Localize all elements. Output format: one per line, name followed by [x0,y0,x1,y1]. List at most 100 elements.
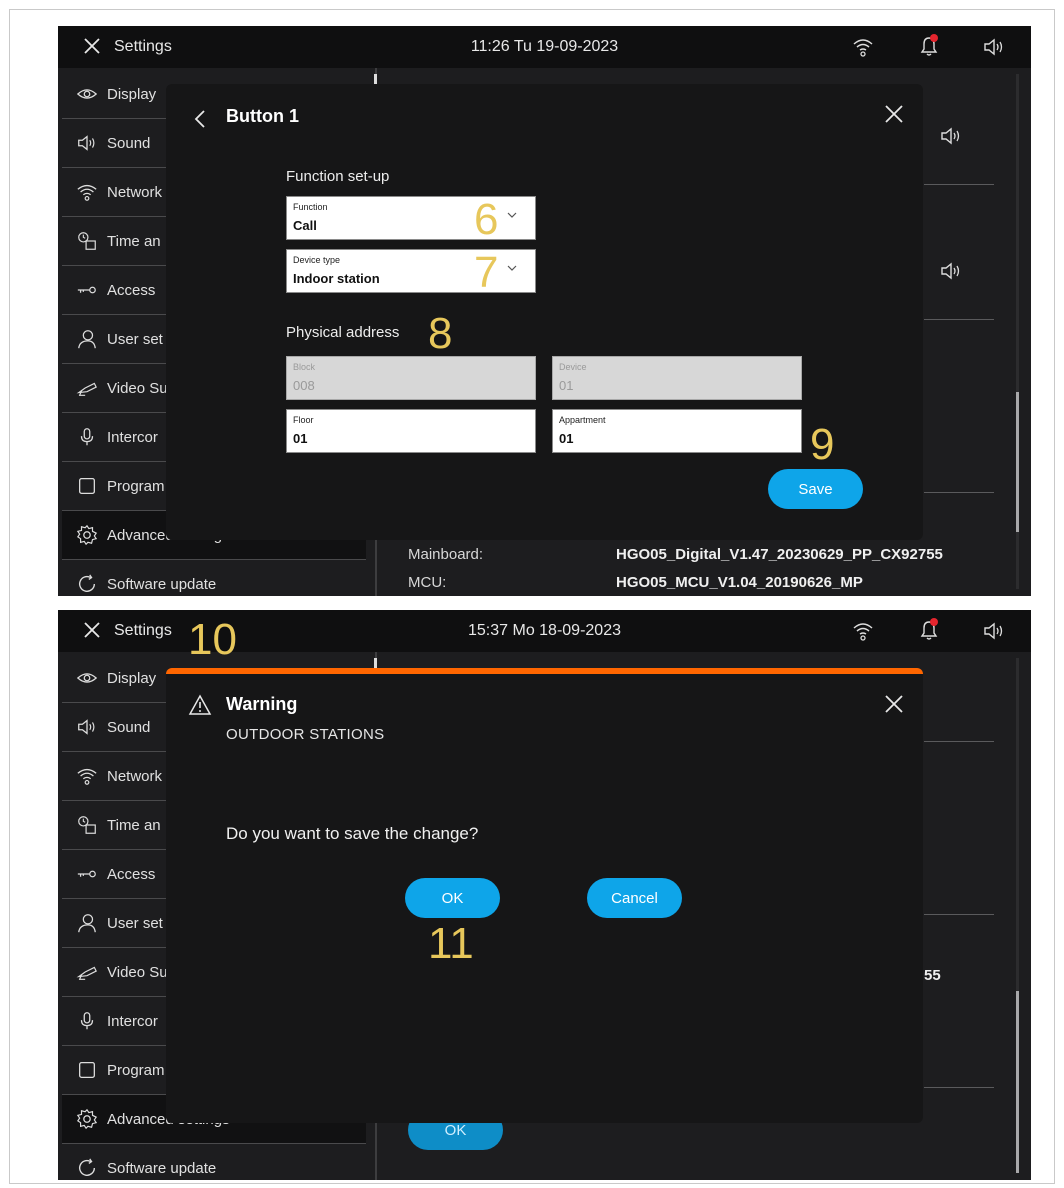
screen-warning: Settings 15:37 Mo 18-09-2023 Display Soun… [58,610,1031,1180]
divider [924,492,994,493]
info-label: Mainboard: [408,546,484,563]
callout-6: 6 [474,195,499,244]
sidebar-item-label: Access [107,281,156,299]
clock-calendar-icon [75,813,99,837]
block-field: Block 008 [286,356,536,400]
microphone-icon [75,425,99,449]
user-icon [75,327,99,351]
device-field: Device 01 [552,356,802,400]
close-icon[interactable] [884,104,904,124]
user-icon [75,911,99,935]
sidebar-item-label: Time an [107,232,161,250]
function-select[interactable]: Function Call [286,196,536,240]
sidebar-item-software-update[interactable]: Software update [62,1144,366,1180]
apartment-field[interactable]: Appartment 01 [552,409,802,453]
gear-icon [75,523,99,547]
button-setup-dialog: Button 1 Function set-up Function Call D… [166,84,923,540]
back-arrow-icon[interactable] [192,109,208,129]
datetime: 11:26 Tu 19-09-2023 [470,38,619,55]
sidebar-item-label: User set [107,914,163,932]
key-icon [75,862,99,886]
sidebar-item-label: Display [107,669,157,687]
key-icon [75,278,99,302]
info-value: HGO05_Digital_V1.47_20230629_PP_CX92755 [616,546,943,563]
field-value: 008 [293,378,315,393]
close-icon[interactable] [884,694,904,714]
notification-bell-icon[interactable] [918,618,940,642]
info-label: MCU: [408,574,447,591]
clock-calendar-icon [75,229,99,253]
gear-icon [75,1107,99,1131]
eye-icon [75,666,99,690]
ok-button[interactable]: OK [405,878,500,918]
divider [924,1087,994,1088]
camera-icon [75,376,99,400]
device-type-select[interactable]: Device type Indoor station [286,249,536,293]
warning-dialog: Warning OUTDOOR STATIONS Do you want to … [166,668,923,1123]
physical-address-heading: Physical address [286,324,400,341]
save-button[interactable]: Save [768,469,863,509]
warning-icon [188,694,212,715]
wifi-icon [75,764,99,788]
field-label: Function [293,202,328,212]
confirm-question: Do you want to save the change? [226,824,479,843]
notification-bell-icon[interactable] [918,34,940,58]
camera-icon [75,960,99,984]
callout-8: 8 [428,309,453,358]
cancel-button[interactable]: Cancel [587,878,682,918]
sidebar-item-label: Sound [107,718,151,736]
sidebar-item-label: Intercor [107,1012,158,1030]
field-value: Call [293,218,317,233]
floor-field[interactable]: Floor 01 [286,409,536,453]
sidebar-item-label: User set [107,330,163,348]
chevron-down-icon [507,265,517,271]
scrollbar[interactable] [1016,658,1019,1173]
function-setup-heading: Function set-up [286,168,390,185]
dialog-subtitle: OUTDOOR STATIONS [226,726,385,743]
sidebar-item-label: Video Su [107,379,168,397]
speaker-icon[interactable] [983,621,1005,641]
sidebar-item-label: Intercor [107,428,158,446]
divider [924,914,994,915]
field-value: 01 [293,431,308,446]
field-label: Device [559,362,587,372]
top-bar: Settings 11:26 Tu 19-09-2023 [58,26,1031,68]
eye-icon [75,82,99,106]
sidebar-item-label: Network [107,767,163,785]
wifi-icon [75,180,99,204]
scrollbar[interactable] [1016,74,1019,589]
chevron-down-icon [507,212,517,218]
sidebar-item-label: Program [107,1061,165,1079]
info-value: HGO05_MCU_V1.04_20190626_MP [616,574,863,591]
wifi-icon[interactable] [852,36,874,58]
microphone-icon [75,1009,99,1033]
field-label: Device type [293,255,341,265]
field-label: Block [293,362,316,372]
partial-value: 55 [924,967,941,984]
sidebar-item-label: Program [107,477,165,495]
screen-button-setup: Settings 11:26 Tu 19-09-2023 Display Soun… [58,26,1031,596]
speaker-icon [75,715,99,739]
sidebar-item-label: Time an [107,816,161,834]
speaker-icon[interactable] [940,261,962,281]
sidebar-item-label: Video Su [107,963,168,981]
speaker-icon[interactable] [940,126,962,146]
speaker-icon[interactable] [983,37,1005,57]
callout-10: 10 [188,615,237,664]
sidebar-item-label: Software update [107,1159,217,1177]
field-value: 01 [559,431,574,446]
sidebar-item-software-update[interactable]: Software update [62,560,366,596]
speaker-icon [75,131,99,155]
dialog-title: Button 1 [226,106,299,126]
sidebar-item-label: Network [107,183,163,201]
refresh-icon [75,572,99,596]
callout-11: 11 [428,919,474,968]
square-icon [75,1058,99,1082]
wifi-icon[interactable] [852,620,874,642]
sidebar-item-label: Software update [107,575,217,593]
field-value: Indoor station [293,271,380,286]
callout-7: 7 [474,248,499,297]
callout-9: 9 [810,420,835,469]
divider [924,741,994,742]
sidebar-item-label: Access [107,865,156,883]
